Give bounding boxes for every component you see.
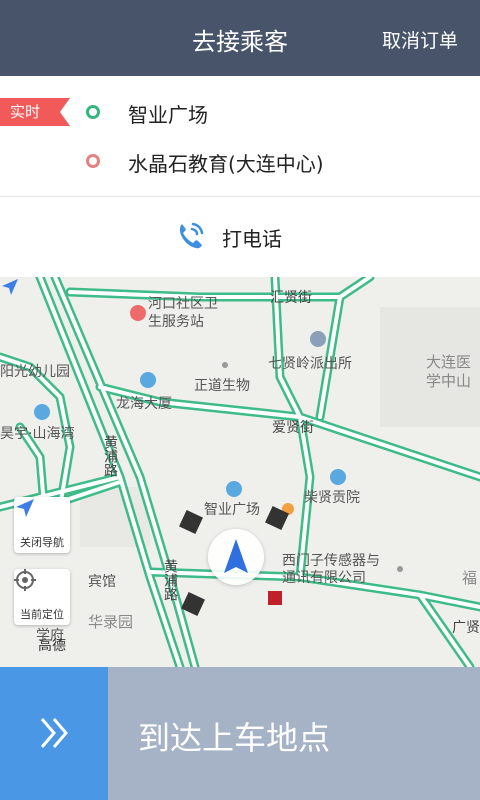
navigation-arrow-icon [16,499,34,517]
map-label-hospital: 大连医 学中山 [426,353,472,390]
locate-me-label: 当前定位 [20,608,64,621]
phone-icon [179,222,204,249]
map-label-clinic: 河口社区卫 生服务站 [148,296,218,330]
crosshair-icon [14,569,36,591]
map-label-hotel: 宾馆 [88,574,116,590]
close-navigation-label: 关闭导航 [20,536,64,549]
map-label-police-station: 七贤岭派出所 [268,356,352,372]
map-label-kindergarten: 阳光幼儿园 [0,364,70,380]
map-label-guangxian-road: 广贤路 [452,620,480,636]
pickup-location: 智业广场 [128,103,208,127]
map-label-huixian-street: 汇贤街 [270,290,312,306]
close-navigation-button[interactable]: 关闭导航 [14,497,70,553]
call-label: 打电话 [222,227,282,251]
amap-logo-icon [2,279,18,295]
map-label-huangpu-road: 黄浦路 [102,435,118,477]
realtime-badge: 实时 [0,98,70,126]
map-label-aixian-street: 爱贤街 [272,420,314,436]
destination-location: 水晶石教育(大连中心) [128,152,324,176]
double-chevron-right-icon [40,718,68,748]
arrive-slider[interactable]: 到达上车地点 [0,667,480,800]
locate-me-button[interactable]: 当前定位 [14,569,70,625]
cancel-order-button[interactable]: 取消订单 [382,26,458,53]
map-label-zhengdao: 正道生物 [194,378,250,394]
start-point-icon [86,105,100,119]
end-point-icon [86,154,100,168]
map-brand: 高德 [38,638,66,654]
driver-location-marker [208,529,264,585]
map-view[interactable]: 河口社区卫 生服务站 汇贤街 七贤岭派出所 大连医 学中山 阳光幼儿园 正道生物… [0,277,480,667]
map-label-chaixian: 柴贤贡院 [304,490,360,506]
map-label-huangpu-road-2: 黄浦路 [162,559,178,601]
map-label-siemens: 西门子传感器与 通讯有限公司 [282,553,380,586]
map-roads [0,277,480,667]
slide-handle[interactable] [0,667,108,800]
arrive-pickup-label: 到达上车地点 [138,719,331,757]
map-label-longhai: 龙海大厦 [116,396,172,412]
map-label-haoyu: 昊宇·山海湾 [0,426,75,442]
driver-arrow-icon [224,539,248,573]
map-label-zhiye-square: 智业广场 [204,502,260,518]
map-label-hualu: 华录园 [88,613,134,631]
top-bar: 去接乘客 取消订单 [0,0,480,76]
call-passenger-button[interactable]: 打电话 [0,198,480,276]
route-card: 实时 智业广场 水晶石教育(大连中心) [0,76,480,197]
map-label-fu: 福 [462,569,478,587]
